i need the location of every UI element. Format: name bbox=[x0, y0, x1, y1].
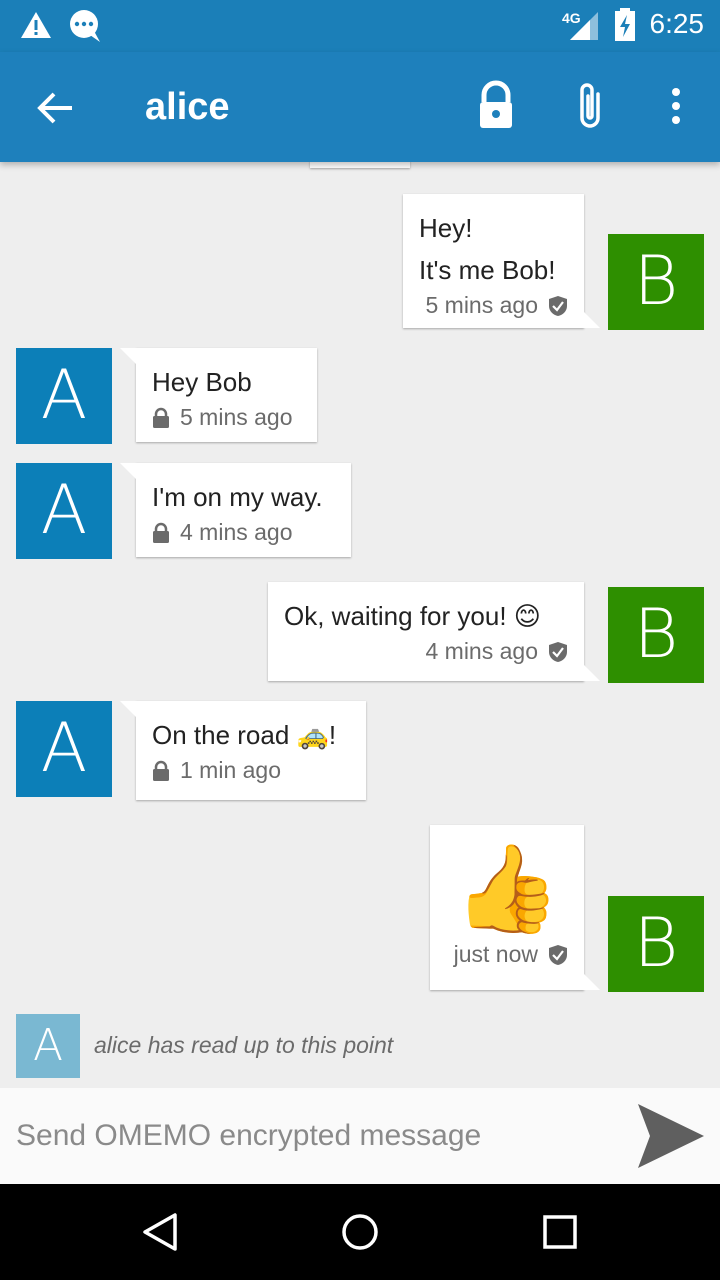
lock-icon bbox=[153, 522, 169, 543]
message-list[interactable]: Hey! It's me Bob! 5 mins ago B A Hey Bob… bbox=[0, 162, 720, 1088]
status-bar: 4G 6:25 bbox=[0, 0, 720, 52]
message-text: Hey Bob bbox=[152, 367, 252, 397]
message-text: On the road 🚕! bbox=[152, 720, 337, 750]
message-meta: 4 mins ago bbox=[284, 638, 568, 665]
signal-icon bbox=[570, 12, 598, 40]
message-text: Hey! bbox=[419, 213, 473, 243]
battery-charging-icon bbox=[615, 8, 635, 41]
home-circle-icon[interactable] bbox=[340, 1212, 380, 1252]
message-meta: just now bbox=[446, 941, 568, 968]
system-navigation-bar bbox=[0, 1184, 720, 1280]
shield-check-icon bbox=[549, 641, 567, 662]
avatar-alice[interactable]: A bbox=[16, 701, 112, 797]
message-text: It's me Bob! bbox=[419, 255, 556, 285]
previous-message-edge bbox=[310, 162, 410, 168]
back-arrow-icon[interactable] bbox=[34, 86, 78, 130]
message-bubble-incoming[interactable]: Hey Bob 5 mins ago bbox=[120, 348, 317, 442]
message-meta: 4 mins ago bbox=[152, 519, 335, 546]
avatar-alice[interactable]: A bbox=[16, 463, 112, 559]
message-meta: 5 mins ago bbox=[419, 292, 568, 319]
message-composer bbox=[0, 1088, 720, 1184]
status-time: 6:25 bbox=[649, 8, 705, 39]
message-input[interactable] bbox=[16, 1108, 616, 1164]
avatar-alice[interactable]: A bbox=[16, 348, 112, 444]
message-bubble-outgoing[interactable]: Hey! It's me Bob! 5 mins ago bbox=[403, 194, 600, 328]
message-text: I'm on my way. bbox=[152, 482, 323, 512]
message-bubble-outgoing[interactable]: Ok, waiting for you! 😊 4 mins ago bbox=[268, 582, 600, 681]
chat-bubble-icon bbox=[70, 10, 100, 42]
message-bubble-outgoing[interactable]: 👍 just now bbox=[430, 825, 600, 990]
send-icon[interactable] bbox=[636, 1102, 706, 1170]
message-bubble-incoming[interactable]: On the road 🚕! 1 min ago bbox=[120, 701, 366, 800]
message-emoji: 👍 bbox=[453, 841, 561, 937]
message-bubble-incoming[interactable]: I'm on my way. 4 mins ago bbox=[120, 463, 351, 557]
lock-icon bbox=[153, 407, 169, 428]
shield-check-icon bbox=[549, 944, 567, 965]
app-bar: alice bbox=[0, 52, 720, 162]
message-time: 5 mins ago bbox=[180, 404, 293, 430]
message-time: 4 mins ago bbox=[425, 638, 538, 664]
message-text: Ok, waiting for you! 😊 bbox=[284, 601, 541, 631]
avatar-bob[interactable]: B bbox=[608, 896, 704, 992]
message-time: 4 mins ago bbox=[180, 519, 293, 545]
lock-icon[interactable] bbox=[472, 80, 520, 132]
avatar-bob[interactable]: B bbox=[608, 234, 704, 330]
conversation-title[interactable]: alice bbox=[145, 86, 230, 129]
attachment-icon[interactable] bbox=[570, 80, 614, 132]
read-marker-avatar: A bbox=[16, 1014, 80, 1078]
message-meta: 5 mins ago bbox=[152, 404, 301, 431]
lock-icon bbox=[153, 760, 169, 781]
shield-check-icon bbox=[549, 295, 567, 316]
message-time: 1 min ago bbox=[180, 757, 282, 783]
back-triangle-icon[interactable] bbox=[140, 1212, 180, 1252]
more-vert-icon[interactable] bbox=[660, 80, 692, 132]
message-time: 5 mins ago bbox=[425, 292, 538, 318]
message-meta: 1 min ago bbox=[152, 757, 350, 784]
read-marker-text: alice has read up to this point bbox=[94, 1032, 394, 1058]
warning-icon bbox=[21, 12, 51, 38]
recents-square-icon[interactable] bbox=[542, 1214, 578, 1250]
avatar-bob[interactable]: B bbox=[608, 587, 704, 683]
message-time: just now bbox=[453, 941, 538, 967]
